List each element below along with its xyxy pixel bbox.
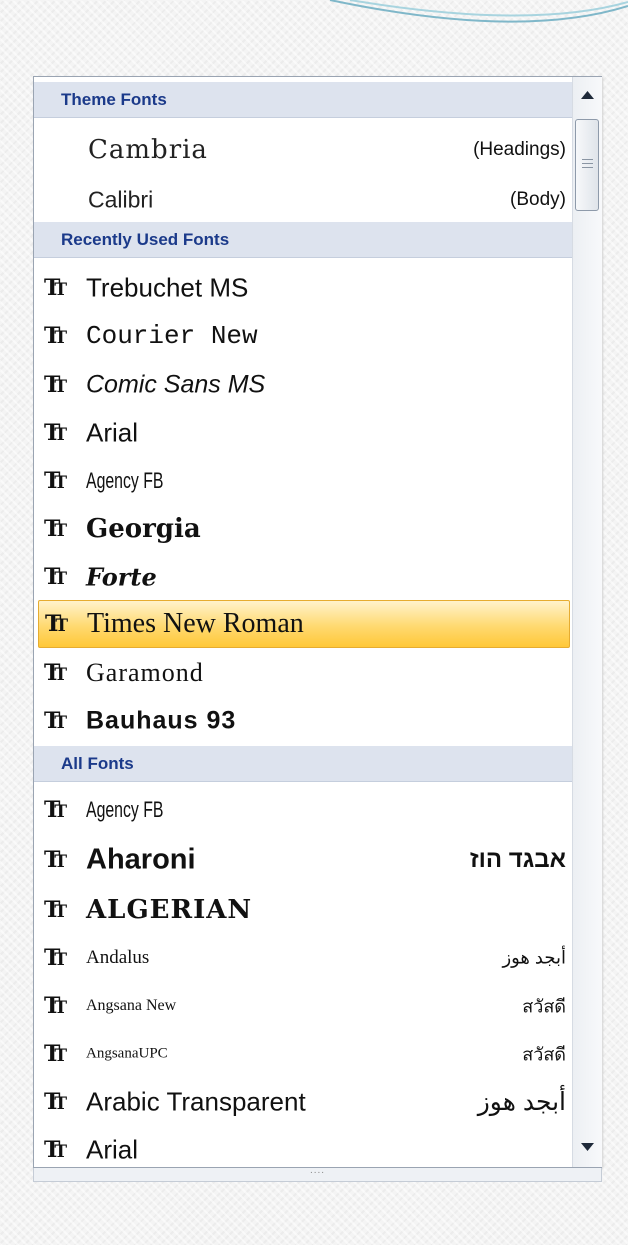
font-sample: أبجد هوز [502, 947, 566, 967]
font-name: Forte [86, 562, 157, 591]
truetype-font-icon: TT [44, 944, 67, 971]
font-item-garamond[interactable]: TT Garamond [38, 648, 570, 697]
truetype-font-icon: TT [44, 371, 67, 398]
font-item-comic-sans-ms[interactable]: TT Comic Sans MS [38, 360, 570, 409]
font-item-georgia[interactable]: TT Georgia [38, 504, 570, 553]
font-item-angsana-new[interactable]: TT Angsana New สวัสดี [38, 981, 570, 1030]
truetype-font-icon: TT [44, 1040, 67, 1067]
font-name: Aharoni [86, 843, 196, 875]
font-item-forte[interactable]: TT Forte [38, 552, 570, 601]
truetype-font-icon: TT [44, 796, 67, 823]
font-role: (Headings) [473, 139, 566, 160]
truetype-font-icon: TT [44, 322, 67, 349]
truetype-font-icon: TT [44, 1136, 67, 1163]
font-item-arial[interactable]: TT Arial [38, 1125, 570, 1167]
scroll-down-arrow-icon[interactable] [573, 1133, 602, 1161]
grip-line [582, 163, 593, 164]
font-name: Arial [86, 417, 139, 447]
grip-line [582, 159, 593, 160]
font-item-angsanaupc[interactable]: TT AngsanaUPC สวัสดี [38, 1029, 570, 1078]
truetype-font-icon: TT [44, 515, 67, 542]
scrollbar-thumb[interactable] [575, 119, 599, 211]
theme-font-cambria[interactable]: Cambria (Headings) [38, 127, 570, 173]
font-role: (Body) [510, 189, 566, 210]
font-name: Calibri [88, 186, 154, 213]
font-name: ALGERIAN [86, 894, 253, 925]
section-header-all-fonts: All Fonts [34, 746, 572, 782]
font-item-arabic-transparent[interactable]: TT Arabic Transparent أبجد هوز [38, 1077, 570, 1126]
font-name: Andalus [86, 946, 150, 968]
vertical-scrollbar[interactable] [572, 77, 602, 1167]
truetype-font-icon: TT [44, 1088, 67, 1115]
font-name: AngsanaUPC [86, 1045, 168, 1061]
font-name: Angsana New [86, 996, 177, 1014]
truetype-font-icon: TT [44, 992, 67, 1019]
font-item-bauhaus-93[interactable]: TT Bauhaus 93 [38, 696, 570, 745]
font-item-agency-fb-recent[interactable]: TT Agency FB [38, 456, 570, 505]
font-dropdown-panel: Theme Fonts Cambria (Headings) Calibri (… [33, 76, 602, 1168]
font-name: Arabic Transparent [86, 1086, 306, 1116]
resize-grip-icon[interactable]: .... [33, 1166, 602, 1182]
font-name: Agency FB [86, 467, 164, 493]
truetype-font-icon: TT [44, 467, 67, 494]
font-item-arial-recent[interactable]: TT Arial [38, 408, 570, 457]
font-name: Trebuchet MS [86, 272, 249, 302]
font-item-aharoni[interactable]: TT Aharoni אבגד הוז [38, 835, 570, 884]
font-list: Theme Fonts Cambria (Headings) Calibri (… [34, 77, 572, 1167]
decorative-swoosh [329, 0, 628, 23]
font-name: Comic Sans MS [86, 370, 266, 398]
scroll-up-arrow-icon[interactable] [573, 81, 602, 109]
truetype-font-icon: TT [44, 563, 67, 590]
font-sample: אבגד הוז [469, 845, 566, 873]
font-item-agency-fb[interactable]: TT Agency FB [38, 785, 570, 834]
font-item-times-new-roman[interactable]: TT Times New Roman [38, 600, 570, 648]
truetype-font-icon: TT [44, 274, 67, 301]
font-name: Georgia [86, 513, 201, 544]
font-name: Times New Roman [87, 608, 304, 639]
truetype-font-icon: TT [44, 419, 67, 446]
font-sample: أبجد هوز [477, 1087, 566, 1116]
truetype-font-icon: TT [45, 611, 68, 637]
font-item-courier-new[interactable]: TT Courier New [38, 311, 570, 360]
font-sample: สวัสดี [522, 996, 566, 1016]
font-name: Garamond [86, 657, 204, 687]
truetype-font-icon: TT [44, 707, 67, 734]
font-name: Courier New [86, 320, 258, 351]
font-name: Arial [86, 1134, 139, 1164]
font-sample: สวัสดี [522, 1044, 566, 1064]
section-header-theme-fonts: Theme Fonts [34, 82, 572, 118]
font-name: Bauhaus 93 [86, 706, 237, 734]
font-name: Agency FB [86, 796, 164, 822]
truetype-font-icon: TT [44, 659, 67, 686]
truetype-font-icon: TT [44, 896, 67, 923]
truetype-font-icon: TT [44, 846, 67, 873]
font-name: Cambria [88, 135, 208, 165]
font-item-andalus[interactable]: TT Andalus أبجد هوز [38, 933, 570, 982]
theme-font-calibri[interactable]: Calibri (Body) [38, 177, 570, 223]
font-item-algerian[interactable]: TT ALGERIAN [38, 885, 570, 934]
grip-line [582, 167, 593, 168]
font-item-trebuchet-ms[interactable]: TT Trebuchet MS [38, 263, 570, 312]
section-header-recent-fonts: Recently Used Fonts [34, 222, 572, 258]
